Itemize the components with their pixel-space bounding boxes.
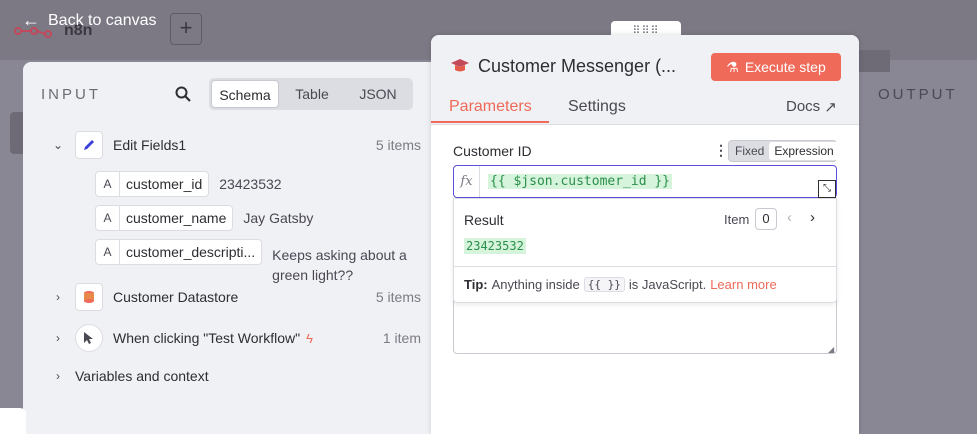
tab-parameters[interactable]: Parameters (449, 98, 532, 116)
tab-json[interactable]: JSON (345, 80, 411, 108)
node-row-customer-datastore[interactable]: › Customer Datastore 5 items (51, 283, 441, 311)
result-value: 23423532 (464, 238, 526, 254)
options-kebab-icon[interactable]: ⋮ (714, 142, 728, 159)
canvas-node-edge (10, 112, 24, 154)
chevron-right-icon[interactable]: › (810, 209, 815, 226)
tab-settings[interactable]: Settings (568, 98, 626, 116)
item-count: 5 items (375, 137, 421, 153)
node-row-edit-fields[interactable]: ⌄ Edit Fields1 5 items (51, 131, 441, 159)
input-label: INPUT (41, 86, 101, 103)
expression-text[interactable]: {{ $json.customer_id }} (488, 174, 673, 189)
mode-toggle: Fixed Expression (728, 140, 839, 162)
tip-bold: Tip: (464, 277, 488, 292)
chevron-right-icon[interactable]: › (51, 331, 65, 345)
flask-icon: ⚗ (726, 58, 739, 75)
docs-label: Docs (786, 98, 821, 115)
field-name: customer_descripti... (126, 244, 256, 260)
view-mode-tabs: Schema Table JSON (209, 78, 413, 110)
expression-input[interactable]: fx {{ $json.customer_id }} ⤡ (453, 165, 837, 198)
text-type-icon: A (96, 206, 120, 230)
variables-context-row[interactable]: › Variables and context (51, 368, 209, 384)
field-value: Keeps asking about a green light?? (272, 247, 407, 283)
field-value: Jay Gatsby (243, 210, 314, 226)
expand-icon[interactable]: ⤡ (818, 180, 836, 198)
execute-label: Execute step (744, 59, 826, 75)
divider (454, 266, 836, 267)
tip-part: Anything inside (491, 277, 580, 292)
fx-icon: fx (454, 166, 480, 197)
tab-table[interactable]: Table (279, 80, 345, 108)
add-node-button[interactable]: + (170, 13, 202, 45)
param-label: Customer ID (453, 143, 532, 159)
tip-text: Tip: Anything inside {{ }} is JavaScript… (464, 277, 777, 292)
schema-field[interactable]: Acustomer_id 23423532 (95, 171, 282, 197)
chevron-right-icon[interactable]: › (51, 290, 65, 304)
item-count: 5 items (375, 289, 421, 305)
database-icon (75, 283, 103, 311)
node-name: Customer Datastore (113, 289, 239, 305)
item-index-input[interactable]: 0 (755, 208, 777, 230)
input-panel: INPUT Schema Table JSON ⌄ Edit Fields1 5… (23, 62, 433, 434)
result-label: Result (464, 212, 504, 228)
docs-link[interactable]: Docs ↗ (786, 98, 837, 116)
execute-step-button[interactable]: ⚗ Execute step (711, 53, 841, 81)
tip-code: {{ }} (583, 277, 625, 292)
tab-schema[interactable]: Schema (211, 80, 279, 108)
chevron-right-icon[interactable]: › (51, 369, 65, 383)
panel-header: Customer Messenger (... ⚗ Execute step P… (431, 35, 859, 125)
output-label: OUTPUT (878, 86, 958, 103)
field-value: 23423532 (219, 176, 282, 192)
node-row-manual-trigger[interactable]: › When clicking "Test Workflow" ϟ 1 item (51, 324, 441, 352)
mode-expression[interactable]: Expression (769, 142, 839, 160)
schema-field[interactable]: Acustomer_name Jay Gatsby (95, 205, 313, 231)
node-name: Edit Fields1 (113, 137, 187, 153)
external-link-icon: ↗ (824, 99, 837, 116)
arrow-left-icon: ← (22, 10, 40, 30)
item-count: 1 item (382, 330, 421, 346)
expression-result-popup: Result Item 0 ‹ › 23423532 Tip: Anything… (453, 198, 837, 303)
field-name: customer_name (126, 210, 227, 226)
pencil-icon (75, 131, 103, 159)
chevron-left-icon[interactable]: ‹ (787, 209, 792, 226)
resize-grip-icon[interactable]: ◢ (828, 345, 834, 354)
lightning-icon: ϟ (306, 330, 313, 346)
back-label: Back to canvas (48, 11, 157, 29)
cursor-icon (75, 324, 103, 352)
active-tab-indicator (431, 121, 549, 123)
variables-label: Variables and context (75, 368, 209, 384)
mode-fixed[interactable]: Fixed (730, 142, 769, 160)
item-label: Item (724, 212, 750, 227)
learn-more-link[interactable]: Learn more (710, 277, 776, 292)
graduation-hat-icon (451, 59, 469, 72)
chevron-down-icon[interactable]: ⌄ (51, 138, 65, 152)
schema-field[interactable]: Acustomer_descripti... Keeps asking abou… (95, 239, 422, 285)
search-icon[interactable] (175, 86, 191, 102)
back-to-canvas-button[interactable]: ← Back to canvas (22, 10, 157, 31)
tip-part2: is JavaScript. (628, 277, 707, 292)
text-type-icon: A (96, 240, 120, 264)
field-name: customer_id (126, 176, 203, 192)
canvas-node-edge-right (858, 50, 890, 72)
node-detail-panel: Customer Messenger (... ⚗ Execute step P… (431, 35, 859, 434)
node-title[interactable]: Customer Messenger (... (478, 56, 676, 77)
node-name: When clicking "Test Workflow" (113, 330, 301, 346)
canvas-corner (0, 408, 26, 434)
text-type-icon: A (96, 172, 120, 196)
